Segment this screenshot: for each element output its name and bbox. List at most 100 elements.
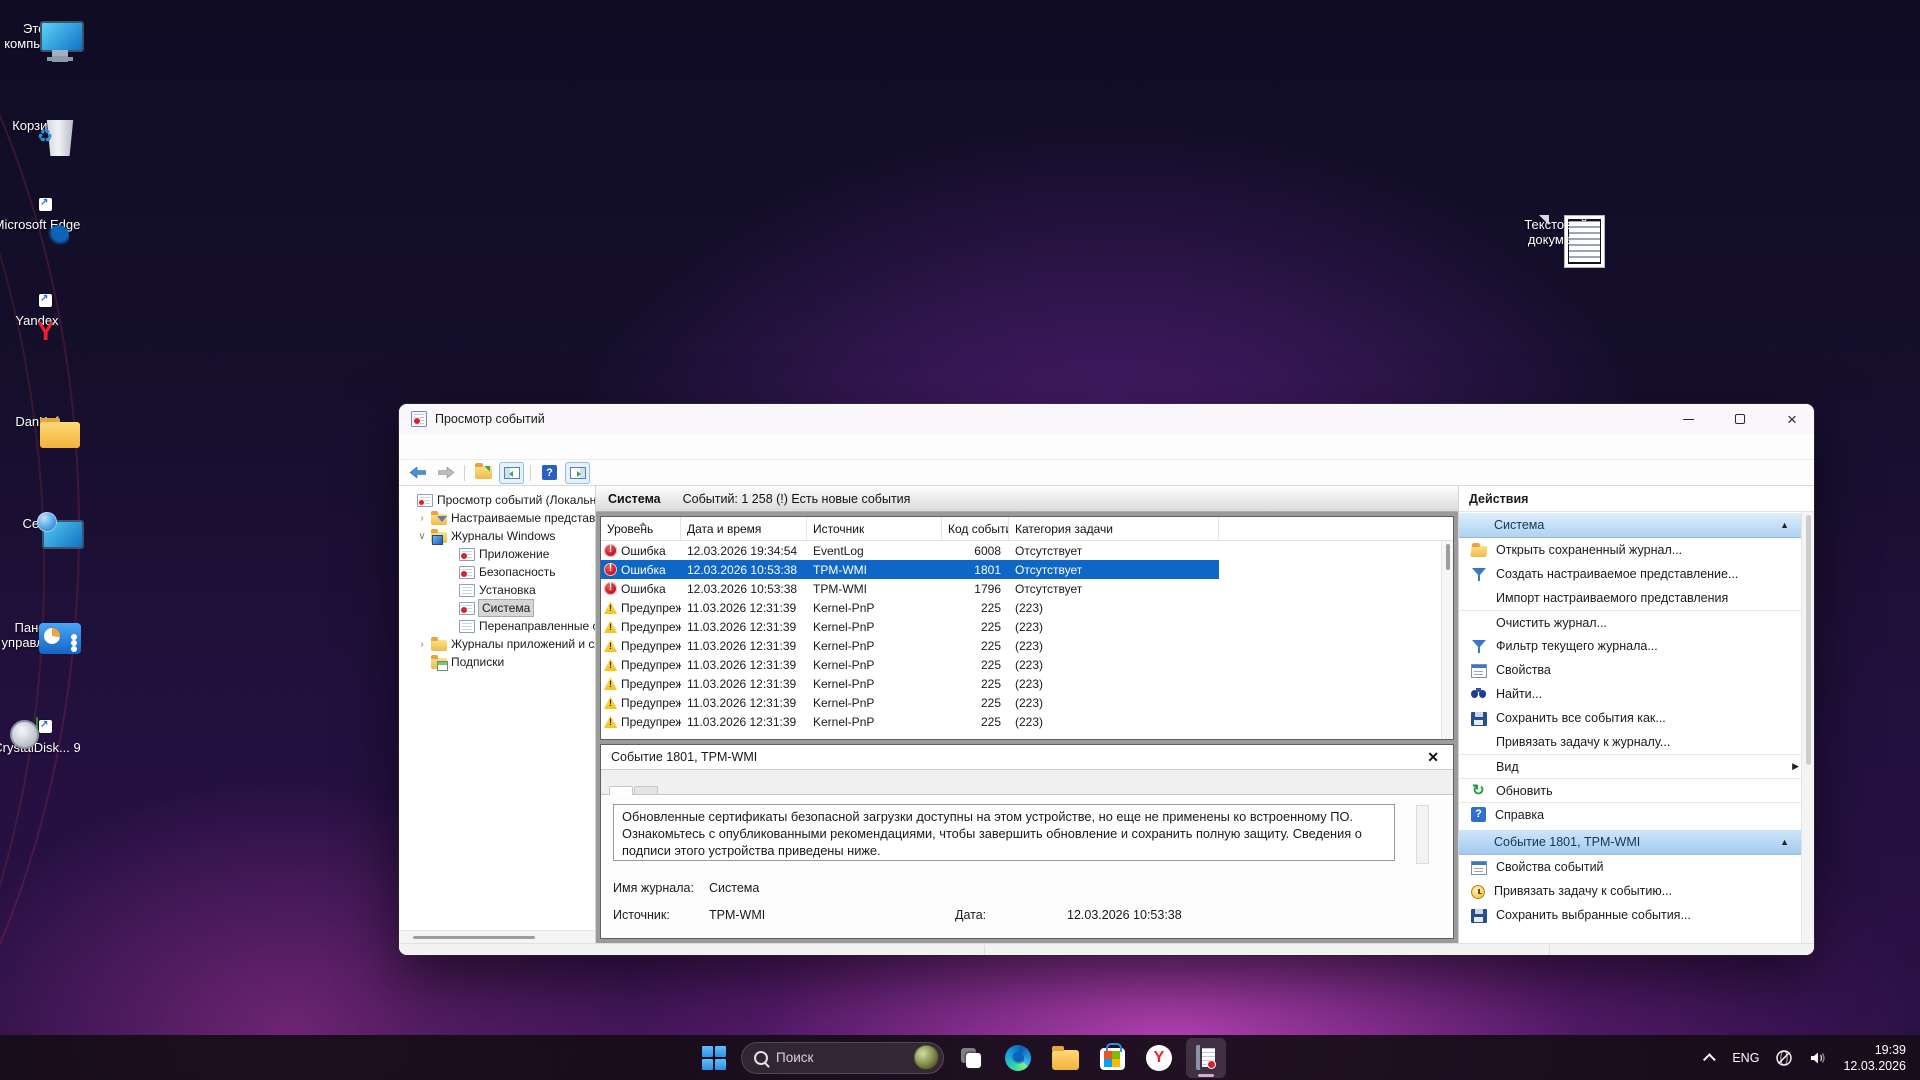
task-view-button[interactable]	[951, 1038, 991, 1078]
tree-item[interactable]: Подписки	[399, 653, 595, 671]
action-item[interactable]: Открыть сохраненный журнал...	[1459, 538, 1801, 562]
menu-item[interactable]	[405, 443, 423, 451]
description-scrollbar[interactable]	[1416, 805, 1429, 864]
action-item[interactable]: Привязать задачу к журналу...	[1459, 730, 1801, 754]
event-row[interactable]: Ошибка 12.03.2026 19:34:54 EventLog 6008…	[601, 541, 1453, 560]
tree-horizontal-scrollbar[interactable]	[399, 930, 595, 943]
desktop-icon[interactable]: CrystalDisk... 9	[0, 718, 82, 755]
desktop-icon[interactable]: Этот компьютер	[0, 17, 82, 51]
language-indicator[interactable]: ENG	[1732, 1051, 1759, 1065]
event-description[interactable]: Обновленные сертификаты безопасной загру…	[613, 804, 1395, 861]
column-source[interactable]: Источник	[807, 517, 942, 540]
tree-item[interactable]: Перенаправленные соб	[399, 617, 595, 635]
action-item[interactable]: Создать настраиваемое представление...	[1459, 562, 1801, 586]
event-row[interactable]: Предупреж... 11.03.2026 12:31:39 Kernel-…	[601, 712, 1453, 731]
details-close-icon[interactable]: ✕	[1423, 749, 1443, 766]
scrollbar-thumb[interactable]	[1446, 544, 1450, 570]
action-item[interactable]: Импорт настраиваемого представления	[1459, 586, 1801, 610]
search-input[interactable]	[776, 1050, 906, 1065]
file-explorer-button[interactable]	[1045, 1038, 1085, 1078]
action-item[interactable]: Сохранить выбранные события...	[1459, 903, 1801, 927]
open-saved-log-button[interactable]	[471, 462, 496, 484]
volume-icon[interactable]	[1809, 1049, 1827, 1067]
action-item-icon	[1471, 664, 1487, 678]
action-item[interactable]: Привязать задачу к событию...	[1459, 879, 1801, 903]
event-row[interactable]: Предупреж... 11.03.2026 12:31:39 Kernel-…	[601, 655, 1453, 674]
network-globe-icon[interactable]	[1775, 1049, 1793, 1067]
event-level-icon	[604, 677, 617, 690]
menu-item[interactable]	[423, 443, 441, 451]
action-item[interactable]: Сохранить все события как...	[1459, 706, 1801, 730]
desktop-icon[interactable]: DanKof	[0, 410, 82, 429]
search-daily-image[interactable]	[914, 1045, 939, 1070]
microsoft-store-button[interactable]	[1092, 1038, 1132, 1078]
toggle-action-pane-button[interactable]	[565, 462, 590, 484]
desktop-icon[interactable]: Панель управления	[0, 616, 82, 650]
forward-button[interactable]	[433, 462, 458, 484]
scrollbar-thumb[interactable]	[413, 936, 535, 939]
event-row[interactable]: Ошибка 12.03.2026 10:53:38 TPM-WMI 1801 …	[601, 560, 1453, 579]
tree-expander[interactable]: ›	[417, 639, 427, 650]
column-datetime[interactable]: Дата и время	[681, 517, 807, 540]
event-row[interactable]: Предупреж... 11.03.2026 12:31:39 Kernel-…	[601, 598, 1453, 617]
desktop-icon[interactable]: Текстовый документ	[1511, 213, 1601, 247]
event-row[interactable]: Ошибка 12.03.2026 10:53:38 TPM-WMI 1796 …	[601, 579, 1453, 598]
tree-expander[interactable]: ›	[417, 513, 427, 524]
action-item[interactable]: Найти...	[1459, 682, 1801, 706]
toggle-console-tree-button[interactable]	[499, 462, 524, 484]
tree-item[interactable]: ∨ Журналы Windows	[399, 527, 595, 545]
back-button[interactable]	[405, 462, 430, 484]
desktop-icon[interactable]: Yandex	[0, 309, 82, 328]
action-item[interactable]: Свойства событий	[1459, 855, 1801, 879]
tree-item[interactable]: Приложение	[399, 545, 595, 563]
action-item[interactable]: Обновить	[1459, 778, 1801, 802]
clock[interactable]: 19:39 12.03.2026	[1843, 1042, 1906, 1074]
action-item[interactable]: Фильтр текущего журнала...	[1459, 634, 1801, 658]
yandex-browser-button[interactable]	[1139, 1038, 1179, 1078]
details-tab[interactable]	[634, 786, 658, 794]
title-bar[interactable]: Просмотр событий ×	[399, 404, 1814, 434]
menu-item[interactable]	[441, 443, 459, 451]
action-item[interactable]: Событие 1801, TPM-WMI ▲	[1459, 829, 1801, 855]
scrollbar-thumb[interactable]	[1806, 515, 1811, 765]
tree-item[interactable]: Просмотр событий (Локальнь	[399, 491, 595, 509]
help-button[interactable]	[537, 462, 562, 484]
column-code[interactable]: Код события	[942, 517, 1009, 540]
event-row[interactable]: Предупреж... 11.03.2026 12:31:39 Kernel-…	[601, 636, 1453, 655]
minimize-button[interactable]	[1666, 404, 1710, 434]
event-row[interactable]: Предупреж... 11.03.2026 12:31:39 Kernel-…	[601, 674, 1453, 693]
hidden-icons-chevron-icon[interactable]	[1703, 1053, 1716, 1066]
tree-item[interactable]: › Настраиваемые представле	[399, 509, 595, 527]
tree-item[interactable]: Безопасность	[399, 563, 595, 581]
tree-item[interactable]: Система	[399, 599, 595, 617]
desktop-icon[interactable]: Microsoft Edge	[0, 213, 82, 232]
tree-expander[interactable]: ∨	[417, 531, 427, 542]
desktop-icon[interactable]: Сеть	[0, 512, 82, 531]
details-tab[interactable]	[609, 786, 633, 795]
search-box[interactable]	[741, 1042, 944, 1074]
event-row[interactable]: Предупреж... 11.03.2026 12:31:39 Kernel-…	[601, 617, 1453, 636]
action-item[interactable]: Справка	[1459, 802, 1801, 826]
column-category[interactable]: Категория задачи	[1009, 517, 1219, 540]
action-item-label: Найти...	[1496, 687, 1542, 701]
maximize-button[interactable]	[1718, 404, 1762, 434]
action-item[interactable]: Вид ▶	[1459, 754, 1801, 778]
actions-scrollbar[interactable]	[1801, 512, 1814, 943]
menu-item[interactable]	[459, 443, 477, 451]
event-viewer-taskbar-button[interactable]	[1186, 1038, 1226, 1078]
desktop-icon[interactable]: Корзина	[0, 114, 82, 133]
event-row[interactable]: Предупреж... 11.03.2026 12:31:39 Kernel-…	[601, 693, 1453, 712]
action-item[interactable]: Очистить журнал...	[1459, 610, 1801, 634]
action-item[interactable]: Система ▲	[1459, 512, 1801, 538]
tree-item-icon	[431, 658, 447, 669]
tree-item-icon	[459, 602, 475, 615]
edge-button[interactable]	[998, 1038, 1038, 1078]
details-body: Обновленные сертификаты безопасной загру…	[601, 795, 1453, 938]
close-button[interactable]: ×	[1770, 404, 1814, 434]
start-button[interactable]	[694, 1038, 734, 1078]
event-list-scrollbar[interactable]	[1441, 541, 1453, 739]
column-headers: Уровень Дата и время Источник Код событи…	[601, 517, 1453, 541]
tree-item[interactable]: Установка	[399, 581, 595, 599]
action-item[interactable]: Свойства	[1459, 658, 1801, 682]
tree-item[interactable]: › Журналы приложений и сл	[399, 635, 595, 653]
